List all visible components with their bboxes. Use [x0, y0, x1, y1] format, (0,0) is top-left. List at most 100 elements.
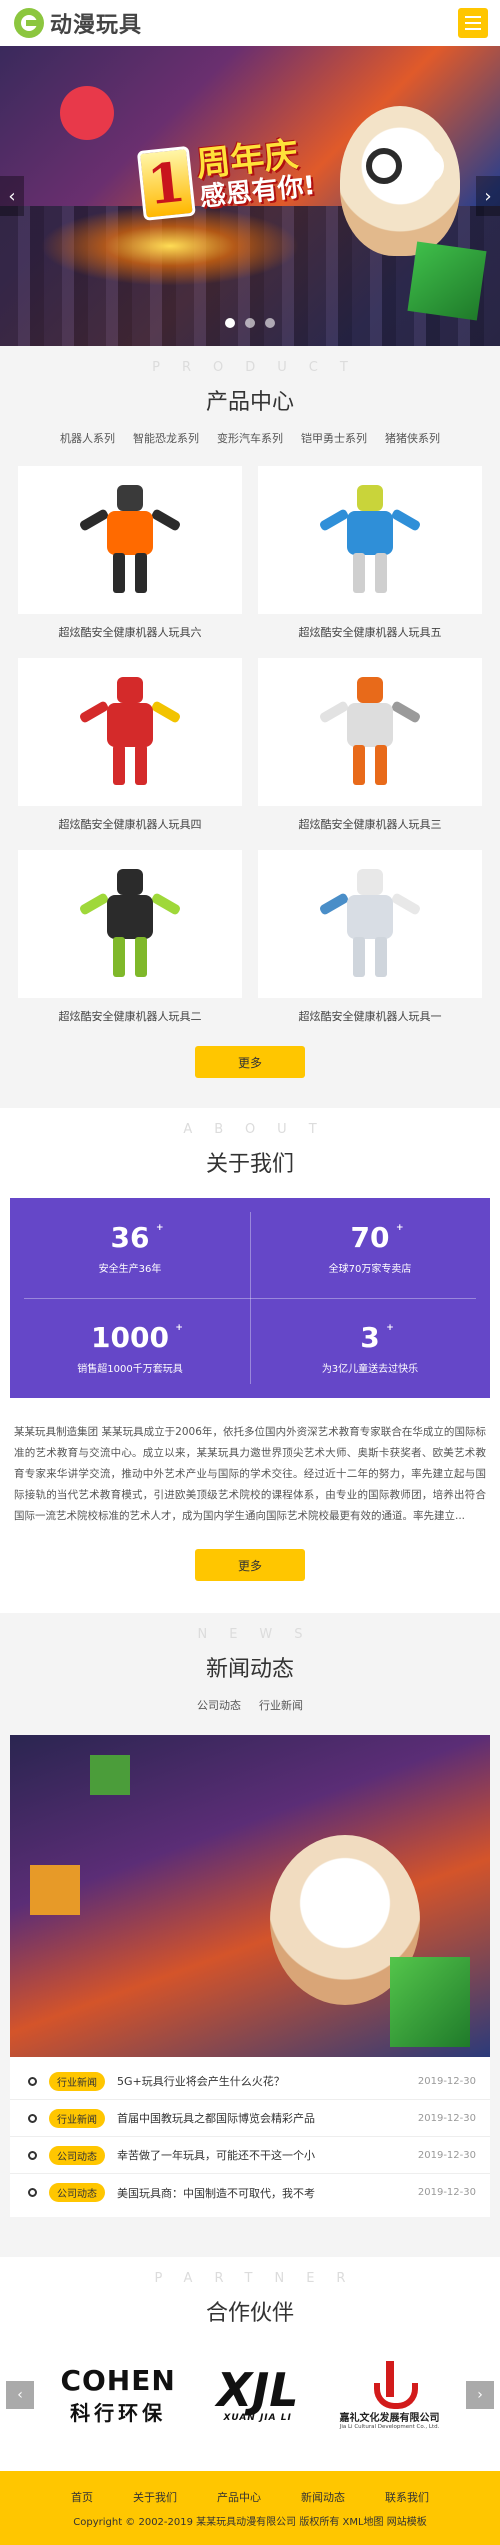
robot-image	[318, 869, 422, 979]
category-link[interactable]: 机器人系列	[60, 430, 115, 446]
banner-pagination	[0, 318, 500, 328]
news-tag: 行业新闻	[49, 2071, 105, 2091]
product-name[interactable]: 超炫酷安全健康机器人玩具二	[59, 1008, 202, 1024]
banner-mascot-image	[340, 106, 460, 256]
partner-prev-arrow-icon[interactable]: ‹	[6, 2381, 34, 2409]
banner-cube-image	[407, 241, 487, 321]
product-name[interactable]: 超炫酷安全健康机器人玩具六	[59, 624, 202, 640]
stat-plus: +	[175, 1323, 183, 1333]
news-tag: 公司动态	[49, 2145, 105, 2165]
partner-carousel: ‹ COHEN 科行环保 XJL XUAN JIA LI 嘉礼文化发展有限公司 …	[0, 2355, 500, 2435]
news-list: 行业新闻 5G+玩具行业将会产生什么火花？ 2019-12-30 行业新闻 首届…	[10, 2057, 490, 2217]
robot-image	[318, 677, 422, 787]
banner-dot[interactable]	[245, 318, 255, 328]
banner-toy-image	[60, 86, 114, 140]
products-more-button[interactable]: 更多	[195, 1046, 305, 1078]
news-item[interactable]: 公司动态 幸苦做了一年玩具，可能还不干这一个小 2019-12-30	[10, 2137, 490, 2174]
category-link[interactable]: 智能恐龙系列	[133, 430, 199, 446]
news-date: 2019-12-30	[417, 2075, 476, 2087]
footer: 首页 关于我们 产品中心 新闻动态 联系我们 Copyright © 2002-…	[0, 2471, 500, 2545]
partner-logo-subtext: XUAN JIA LI	[223, 2413, 292, 2423]
stats-panel: 36 + 安全生产36年 70 + 全球70万家专卖店 1000 + 销售超1000千…	[10, 1198, 490, 1398]
partner-logo-text: XJL	[216, 2363, 299, 2417]
product-image[interactable]	[18, 850, 242, 998]
site-logo[interactable]: 动漫玩具	[14, 7, 142, 39]
footer-link-news[interactable]: 新闻动态	[301, 2489, 345, 2505]
footer-link-products[interactable]: 产品中心	[217, 2489, 261, 2505]
news-tab-company[interactable]: 公司动态	[197, 1697, 241, 1713]
robot-image	[78, 677, 182, 787]
news-item[interactable]: 行业新闻 5G+玩具行业将会产生什么火花？ 2019-12-30	[10, 2063, 490, 2100]
product-name[interactable]: 超炫酷安全健康机器人玩具四	[59, 816, 202, 832]
product-name[interactable]: 超炫酷安全健康机器人玩具三	[299, 816, 442, 832]
product-card[interactable]: 超炫酷安全健康机器人玩具一	[258, 850, 482, 1024]
banner-dot[interactable]	[225, 318, 235, 328]
news-title[interactable]: 首届中国教玩具之都国际博览会精彩产品	[117, 2110, 410, 2126]
stat-item: 70 + 全球70万家专卖店	[250, 1198, 490, 1298]
bullet-icon	[28, 2113, 37, 2123]
news-item[interactable]: 公司动态 美国玩具商：中国制造不可取代，我不考 2019-12-30	[10, 2174, 490, 2211]
product-grid: 超炫酷安全健康机器人玩具六 超炫酷安全健康机器人玩具五 超炫酷安全健康机器人玩具…	[0, 446, 500, 1024]
banner-dot[interactable]	[265, 318, 275, 328]
about-section: ABOUT 关于我们 36 + 安全生产36年 70 + 全球70万家专卖店 100…	[0, 1108, 500, 1613]
news-title[interactable]: 幸苦做了一年玩具，可能还不干这一个小	[117, 2147, 410, 2163]
product-card[interactable]: 超炫酷安全健康机器人玩具五	[258, 466, 482, 640]
section-title: 合作伙伴	[205, 2301, 294, 2326]
stat-item: 1000 + 销售超1000千万套玩具	[10, 1298, 250, 1398]
menu-bar-icon	[465, 22, 481, 24]
stat-label: 销售超1000千万套玩具	[77, 1364, 183, 1375]
partner-logo-xjl[interactable]: XJL XUAN JIA LI	[217, 2367, 299, 2423]
footer-link-contact[interactable]: 联系我们	[385, 2489, 429, 2505]
hero-banner[interactable]: 1 周年庆 感恩有你! ‹ ›	[0, 46, 500, 346]
product-image[interactable]	[18, 658, 242, 806]
category-link[interactable]: 铠甲勇士系列	[301, 430, 367, 446]
product-card[interactable]: 超炫酷安全健康机器人玩具三	[258, 658, 482, 832]
footer-copyright: Copyright © 2002-2019 某某玩具动漫有限公司 版权所有 XM…	[73, 2517, 427, 2528]
product-card[interactable]: 超炫酷安全健康机器人玩具六	[18, 466, 242, 640]
section-title: 关于我们	[205, 1152, 294, 1177]
about-more-button[interactable]: 更多	[195, 1549, 305, 1581]
news-item[interactable]: 行业新闻 首届中国教玩具之都国际博览会精彩产品 2019-12-30	[10, 2100, 490, 2137]
bullet-icon	[28, 2150, 37, 2160]
partner-logo-cohen[interactable]: COHEN 科行环保	[60, 2364, 175, 2426]
product-card[interactable]: 超炫酷安全健康机器人玩具二	[18, 850, 242, 1024]
banner-prev-arrow-icon[interactable]: ‹	[0, 176, 24, 216]
section-title: 新闻动态	[205, 1657, 294, 1682]
product-image[interactable]	[18, 466, 242, 614]
product-image[interactable]	[258, 466, 482, 614]
partner-logo-text: COHEN	[60, 2364, 176, 2397]
decor-cube	[30, 1865, 80, 1915]
stat-label: 为3亿儿童送去过快乐	[321, 1364, 419, 1375]
news-title[interactable]: 5G+玩具行业将会产生什么火花？	[117, 2073, 410, 2089]
category-link[interactable]: 变形汽车系列	[217, 430, 283, 446]
robot-image	[78, 869, 182, 979]
product-image[interactable]	[258, 850, 482, 998]
stat-label: 安全生产36年	[98, 1264, 162, 1275]
decor-cube	[90, 1755, 130, 1795]
banner-next-arrow-icon[interactable]: ›	[476, 176, 500, 216]
news-title[interactable]: 美国玩具商：中国制造不可取代，我不考	[117, 2185, 410, 2201]
decor-cube	[390, 1957, 470, 2047]
stat-number: 70	[350, 1221, 390, 1254]
about-description: 某某玩具制造集团 某某玩具成立于2006年，依托多位国内外资深艺术教育专家联合在…	[14, 1426, 486, 1522]
partner-next-arrow-icon[interactable]: ›	[466, 2381, 494, 2409]
badge-number: 1	[136, 145, 196, 221]
stat-number: 3	[360, 1321, 380, 1354]
product-name[interactable]: 超炫酷安全健康机器人玩具一	[299, 1008, 442, 1024]
category-link[interactable]: 猪猪侠系列	[385, 430, 440, 446]
header: 动漫玩具	[0, 0, 500, 46]
news-featured-image[interactable]	[10, 1735, 490, 2057]
menu-bar-icon	[465, 16, 481, 18]
news-section: NEWS 新闻动态 公司动态 行业新闻 行业新闻 5G+玩具行业将会产生什么火花…	[0, 1613, 500, 2257]
partner-logo-jiali[interactable]: 嘉礼文化发展有限公司 Jia Li Cultural Development C…	[339, 2360, 440, 2430]
robot-image	[78, 485, 182, 595]
footer-link-home[interactable]: 首页	[71, 2489, 93, 2505]
footer-link-about[interactable]: 关于我们	[133, 2489, 177, 2505]
product-image[interactable]	[258, 658, 482, 806]
partner-logo-subtext: 科行环保	[70, 2401, 167, 2425]
news-tab-industry[interactable]: 行业新闻	[259, 1697, 303, 1713]
product-name[interactable]: 超炫酷安全健康机器人玩具五	[299, 624, 442, 640]
product-card[interactable]: 超炫酷安全健康机器人玩具四	[18, 658, 242, 832]
menu-button[interactable]	[458, 8, 488, 38]
partner-logo-text: 嘉礼文化发展有限公司	[339, 2412, 440, 2424]
